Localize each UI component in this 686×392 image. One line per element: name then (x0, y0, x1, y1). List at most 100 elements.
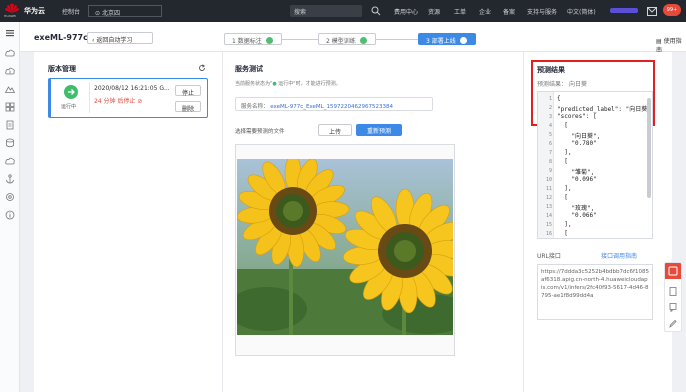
line-number: 6 (548, 141, 552, 147)
cloud-icon[interactable] (5, 48, 15, 58)
hint-status: 运行中 (278, 81, 294, 87)
sunflower-image (237, 159, 453, 335)
user-account[interactable] (610, 8, 638, 13)
version-status: 运行中 (61, 104, 77, 110)
document-icon[interactable] (5, 120, 15, 130)
clock-icon[interactable]: ⊘ (137, 98, 142, 105)
code-line: { (557, 95, 561, 102)
line-number: 1 (548, 96, 552, 102)
line-number: 4 (548, 123, 552, 129)
nav-support[interactable]: 支持与服务 (527, 7, 557, 16)
code-line: "向日葵", (557, 133, 601, 140)
line-number: 3 (548, 114, 552, 120)
feedback-icon[interactable] (669, 303, 677, 312)
version-panel-title: 版本管理 (48, 65, 76, 73)
version-card[interactable]: 运行中 2020/08/12 16:21:05 G... 24 分钟 后停止 ⊘… (48, 78, 208, 118)
url-value[interactable]: https://7ddda3c5252b4bdbb7dc6f1085af6318… (537, 264, 653, 320)
code-line: "玫瑰", (557, 205, 595, 212)
line-number: 11 (545, 186, 552, 192)
cloud-storage-icon[interactable] (5, 156, 15, 166)
page-header: exeML-977c ‹ 返回自动学习 1 数据标注 2 模型训练 3 部署上线… (20, 22, 686, 54)
settings-icon[interactable] (5, 192, 15, 202)
cloud-upload-icon[interactable] (5, 66, 15, 76)
line-number: 10 (545, 177, 552, 183)
panel-divider (222, 52, 223, 392)
region-label: 北京四 (101, 10, 120, 17)
nav-resources[interactable]: 资源 (428, 7, 440, 16)
code-line: "0.780" (557, 140, 597, 147)
line-number: 2 (548, 105, 552, 111)
arrow-right-circle-icon (64, 85, 78, 99)
code-line: "scores": [ (557, 113, 597, 120)
console-link[interactable]: 控制台 (62, 7, 80, 16)
book-icon: ▤ (656, 38, 662, 45)
chevron-left-icon: ‹ (92, 37, 95, 44)
back-button[interactable]: ‹ 返回自动学习 (87, 32, 153, 44)
image-preview (235, 144, 455, 356)
code-line: "雏菊", (557, 169, 595, 176)
code-line: [ (557, 122, 568, 129)
line-number: 16 (545, 231, 552, 237)
floating-toolbar (664, 262, 682, 332)
service-status-hint: 当前服务状态为"● 运行中"时，才能进行预测。 (235, 80, 341, 87)
menu-icon[interactable] (5, 28, 15, 38)
refresh-icon[interactable] (198, 64, 206, 72)
check-circle-icon: ● (272, 81, 277, 87)
prediction-json[interactable]: 1{2 "predicted_label": "向日葵 3 "scores": [4 … (537, 91, 653, 239)
region-selector[interactable]: ⊙ 北京四 (88, 5, 162, 17)
edit-icon[interactable] (669, 319, 677, 328)
document-icon[interactable] (669, 287, 677, 296)
url-label: URL接口 (537, 253, 561, 260)
code-line: [ (557, 230, 568, 237)
notification-badge[interactable]: 99+ (663, 4, 681, 16)
code-line: "0.066" (557, 212, 597, 219)
mountain-icon[interactable] (5, 84, 15, 94)
step-model-training[interactable]: 2 模型训练 (318, 33, 376, 45)
step-data-labeling[interactable]: 1 数据标注 (224, 33, 282, 45)
upload-hint: 选择需要预测的文件 (235, 129, 285, 135)
search-icon[interactable] (371, 6, 381, 16)
nav-enterprise[interactable]: 企业 (479, 7, 491, 16)
prediction-summary: 预测结果： 向日葵 (537, 79, 587, 88)
hint-suffix: "时，才能进行预测。 (293, 81, 341, 87)
code-line: [ (557, 194, 568, 201)
step-label: 1 数据标注 (232, 38, 262, 45)
stop-button[interactable]: 停止 (175, 85, 201, 97)
location-icon: ⊙ (95, 10, 101, 17)
upload-button[interactable]: 上传 (318, 124, 352, 136)
predict-button[interactable]: 重新预测 (356, 124, 402, 136)
line-number: 13 (545, 204, 552, 210)
nav-language[interactable]: 中文(简体) (567, 7, 596, 16)
prediction-title: 预测结果 (537, 66, 565, 74)
search-input[interactable]: 搜索 (290, 5, 362, 17)
database-icon[interactable] (5, 138, 15, 148)
step-connector (376, 39, 418, 40)
line-number: 5 (548, 132, 552, 138)
code-line: ], (557, 149, 572, 156)
delete-button[interactable]: 删除 (175, 101, 201, 113)
customer-service-icon[interactable] (665, 263, 681, 279)
code-line: "0.096" (557, 176, 597, 183)
nav-tickets[interactable]: 工单 (454, 7, 466, 16)
brand-name[interactable]: 华为云 (24, 6, 45, 16)
step-deploy[interactable]: 3 部署上线 (418, 33, 476, 45)
service-name-field: 服务名称： exeML-977c_ExeML_15972204629675233… (235, 97, 433, 111)
hint-prefix: 当前服务状态为" (235, 81, 273, 87)
mail-icon[interactable] (647, 7, 657, 16)
info-icon[interactable] (5, 210, 15, 220)
check-circle-icon (459, 37, 467, 44)
step-label: 3 部署上线 (426, 38, 456, 45)
api-guide-link[interactable]: 接口调用指南 (601, 251, 637, 260)
nav-billing[interactable]: 费用中心 (394, 7, 418, 16)
code-line: ], (557, 221, 572, 228)
code-scrollbar[interactable] (647, 98, 651, 198)
service-name-label: 服务名称： (241, 104, 269, 110)
huawei-logo[interactable]: HUAWEI (4, 3, 20, 19)
step-connector (282, 39, 318, 40)
nav-filing[interactable]: 备案 (503, 7, 515, 16)
anchor-icon[interactable] (5, 174, 15, 184)
grid-icon[interactable] (5, 102, 15, 112)
line-number: 12 (545, 195, 552, 201)
logo-text: HUAWEI (4, 14, 17, 18)
code-line: [ (557, 158, 568, 165)
